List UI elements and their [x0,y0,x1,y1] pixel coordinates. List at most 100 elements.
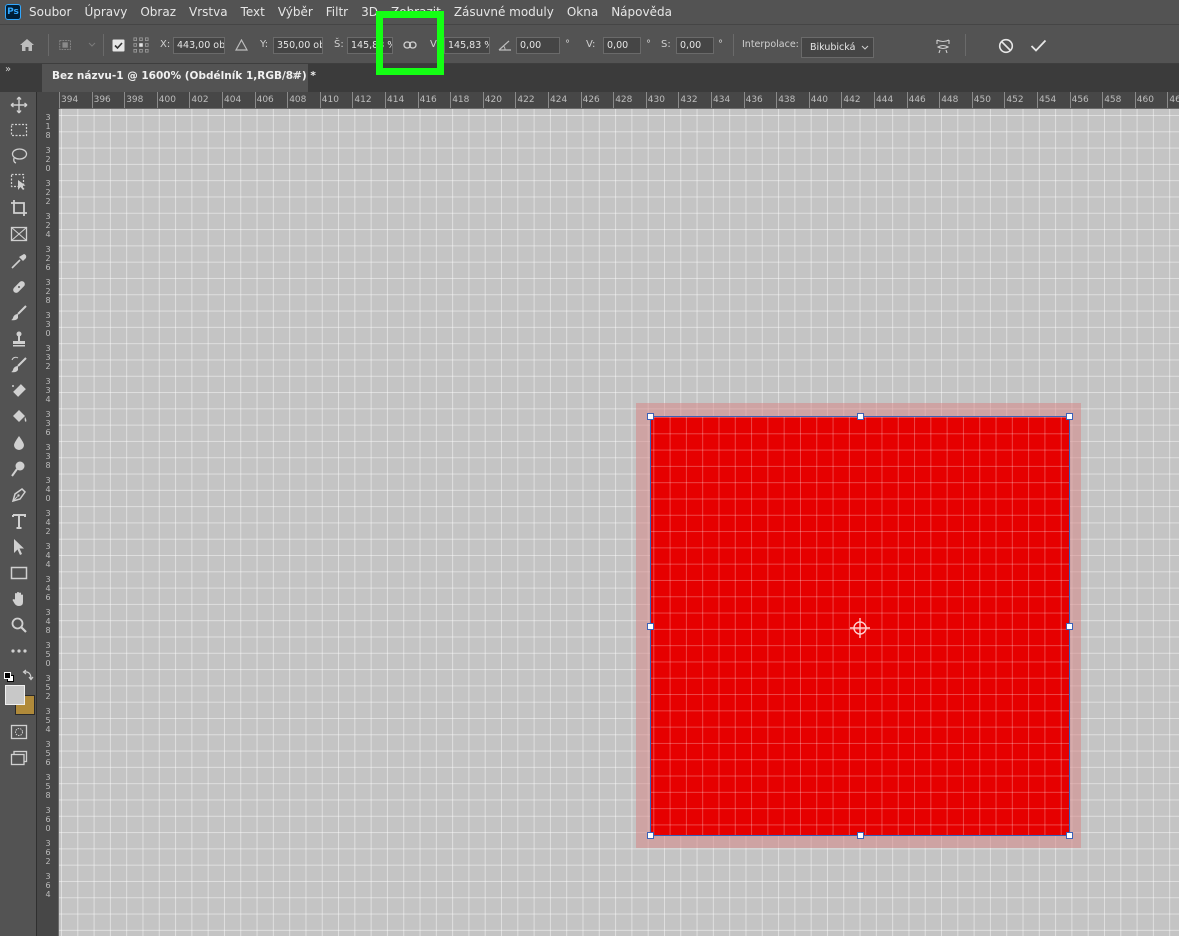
interpolation-select[interactable]: Bikubická [801,37,874,58]
reference-point-checkbox[interactable] [110,37,126,53]
ruler-tick-label: 448 [939,92,958,108]
transform-handle-left[interactable] [647,623,654,630]
rectangular-marquee-tool-icon[interactable] [8,119,30,141]
eraser-tool-icon[interactable] [8,380,30,402]
hand-tool-icon[interactable] [8,588,30,610]
menu-obraz[interactable]: Obraz [140,5,176,19]
pen-tool-icon[interactable] [8,484,30,506]
menu-text[interactable]: Text [241,5,265,19]
dodge-tool-icon[interactable] [8,458,30,480]
history-brush-tool-icon[interactable] [8,354,30,376]
vertical-skew-unit: ° [718,39,723,50]
menu-filtr[interactable]: Filtr [326,5,348,19]
commit-transform-icon[interactable] [1029,37,1047,55]
screen-mode-icon[interactable] [8,747,30,769]
x-position-field[interactable]: 443,00 ob [173,37,225,54]
ruler-origin[interactable] [37,92,59,109]
options-bar: X: 443,00 ob Y: 350,00 ob Š: 145,83 % V:… [0,24,1179,64]
separator [965,34,966,56]
blur-tool-icon[interactable] [8,432,30,454]
move-tool-icon[interactable] [8,94,30,116]
ruler-tick-label: 400 [156,92,176,108]
eyedropper-tool-icon[interactable] [8,250,30,272]
highlight-annotation-box [376,11,444,75]
horizontal-ruler[interactable]: 394 396 398 400 402 404 406 408 410 412 414 416 418 4… [59,92,1179,109]
horizontal-skew-unit: ° [646,39,651,50]
zoom-tool-icon[interactable] [8,614,30,636]
ruler-tick-label: 420 [482,92,502,108]
foreground-color-swatch[interactable] [5,685,25,705]
ruler-tick-label: 452 [1004,92,1024,108]
type-tool-icon[interactable] [8,510,30,532]
ruler-tick-label: 454 [1037,92,1056,108]
ruler-tick-label: 396 [91,92,111,108]
interpolation-value: Bikubická [810,42,856,53]
frame-tool-icon[interactable] [8,223,30,245]
toolbar-collapse-toggle[interactable]: » [0,64,38,92]
ruler-tick-label: 348 [45,608,51,635]
angle-unit: ° [565,39,570,50]
path-selection-tool-icon[interactable] [8,536,30,558]
crop-tool-icon[interactable] [8,197,30,219]
menu-vyber[interactable]: Výběr [278,5,313,19]
ruler-tick-label: 412 [352,92,372,108]
chevron-down-icon[interactable] [84,37,100,53]
ruler-tick-label: 342 [45,509,51,536]
vertical-skew-label: S: [661,39,671,50]
relative-position-icon[interactable] [233,37,249,53]
transform-handle-top[interactable] [857,413,864,420]
rectangle-tool-icon[interactable] [8,562,30,584]
menu-zasuvne-moduly[interactable]: Zásuvné moduly [454,5,554,19]
home-icon[interactable] [19,37,35,53]
transform-handle-top-left[interactable] [647,413,654,420]
ruler-tick-label: 340 [45,476,51,503]
menu-upravy[interactable]: Úpravy [84,5,127,19]
reference-point-grid-icon[interactable] [133,37,149,53]
height-percent-field[interactable]: 145,83 % [444,37,490,54]
ruler-tick-label: 398 [124,92,143,108]
ruler-tick-label: 410 [319,92,339,108]
menu-soubor[interactable]: Soubor [29,5,71,19]
transform-handle-bottom-left[interactable] [647,832,654,839]
interpolation-label: Interpolace: [742,39,799,50]
photoshop-logo-icon: Ps [5,4,21,20]
y-position-field[interactable]: 350,00 ob [273,37,323,54]
ruler-tick-label: 344 [45,542,51,569]
default-colors-icon[interactable] [4,667,14,682]
transform-handle-top-right[interactable] [1066,413,1073,420]
ruler-tick-label: 318 [45,113,51,140]
transform-handle-bottom[interactable] [857,832,864,839]
reference-point-crosshair-icon[interactable] [849,617,871,639]
ruler-tick-label: 436 [743,92,763,108]
separator [48,34,49,56]
document-tab[interactable]: Bez názvu-1 @ 1600% (Obdélník 1,RGB/8#) … [42,64,316,92]
transform-preset-icon[interactable] [58,37,74,53]
clone-stamp-tool-icon[interactable] [8,328,30,350]
cancel-transform-icon[interactable] [997,37,1015,55]
vertical-skew-field[interactable]: 0,00 [676,37,714,54]
brush-tool-icon[interactable] [8,302,30,324]
lasso-tool-icon[interactable] [8,145,30,167]
warp-mode-icon[interactable] [934,37,952,55]
rotation-angle-field[interactable]: 0,00 [516,37,560,54]
object-selection-tool-icon[interactable] [8,171,30,193]
close-tab-icon[interactable]: × [291,64,300,89]
transform-handle-right[interactable] [1066,623,1073,630]
separator [733,34,734,56]
menu-okna[interactable]: Okna [567,5,598,19]
vertical-ruler[interactable]: 318 320 322 324 326 328 330 332 334 336 338 340 342 3… [37,109,59,936]
ruler-tick-label: 438 [776,92,795,108]
ruler-tick-label: 446 [906,92,926,108]
horizontal-skew-field[interactable]: 0,00 [603,37,641,54]
swap-colors-icon[interactable] [22,666,34,681]
quick-mask-icon[interactable] [8,721,30,743]
menu-vrstva[interactable]: Vrstva [189,5,228,19]
healing-brush-tool-icon[interactable] [8,276,30,298]
paint-bucket-tool-icon[interactable] [8,406,30,428]
more-tools-icon[interactable] [8,640,30,662]
menu-napoveda[interactable]: Nápověda [611,5,672,19]
transform-handle-bottom-right[interactable] [1066,832,1073,839]
ruler-tick-label: 326 [45,245,51,272]
document-canvas[interactable] [59,109,1179,936]
ruler-tick-label: 442 [841,92,861,108]
